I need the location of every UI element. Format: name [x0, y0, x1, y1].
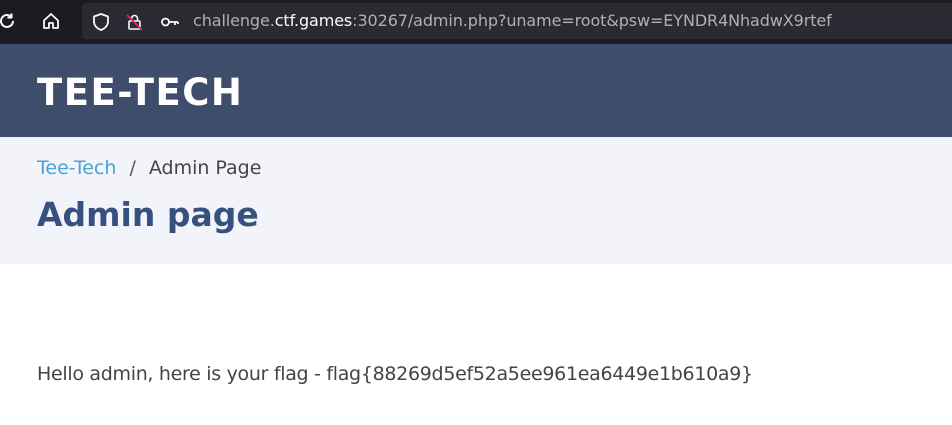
flag-message: Hello admin, here is your flag - flag{88…: [37, 363, 753, 385]
breadcrumb-current: Admin Page: [148, 157, 262, 179]
shield-icon[interactable]: [90, 11, 112, 33]
page-title: Admin page: [37, 195, 259, 234]
home-icon[interactable]: [38, 8, 64, 34]
reload-icon[interactable]: [0, 8, 20, 34]
breadcrumb-separator: /: [129, 157, 136, 179]
breadcrumb-home-link[interactable]: Tee-Tech: [37, 157, 116, 179]
key-icon[interactable]: [159, 11, 181, 33]
site-header: TEE-TECH: [0, 44, 952, 137]
breadcrumb: Tee-Tech / Admin Page: [37, 157, 261, 179]
url-text[interactable]: challenge.ctf.games:30267/admin.php?unam…: [193, 11, 832, 30]
main-content: Hello admin, here is your flag - flag{88…: [0, 264, 952, 425]
address-bar[interactable]: challenge.ctf.games:30267/admin.php?unam…: [82, 3, 952, 39]
url-path: :30267/admin.php?uname=root&psw=EYNDR4Nh…: [352, 11, 832, 30]
browser-toolbar: challenge.ctf.games:30267/admin.php?unam…: [0, 0, 952, 44]
url-host: ctf.games: [274, 11, 353, 30]
breadcrumbs-section: Tee-Tech / Admin Page Admin page: [0, 137, 952, 264]
permissions-icon[interactable]: [124, 11, 146, 33]
site-logo[interactable]: TEE-TECH: [37, 71, 243, 114]
